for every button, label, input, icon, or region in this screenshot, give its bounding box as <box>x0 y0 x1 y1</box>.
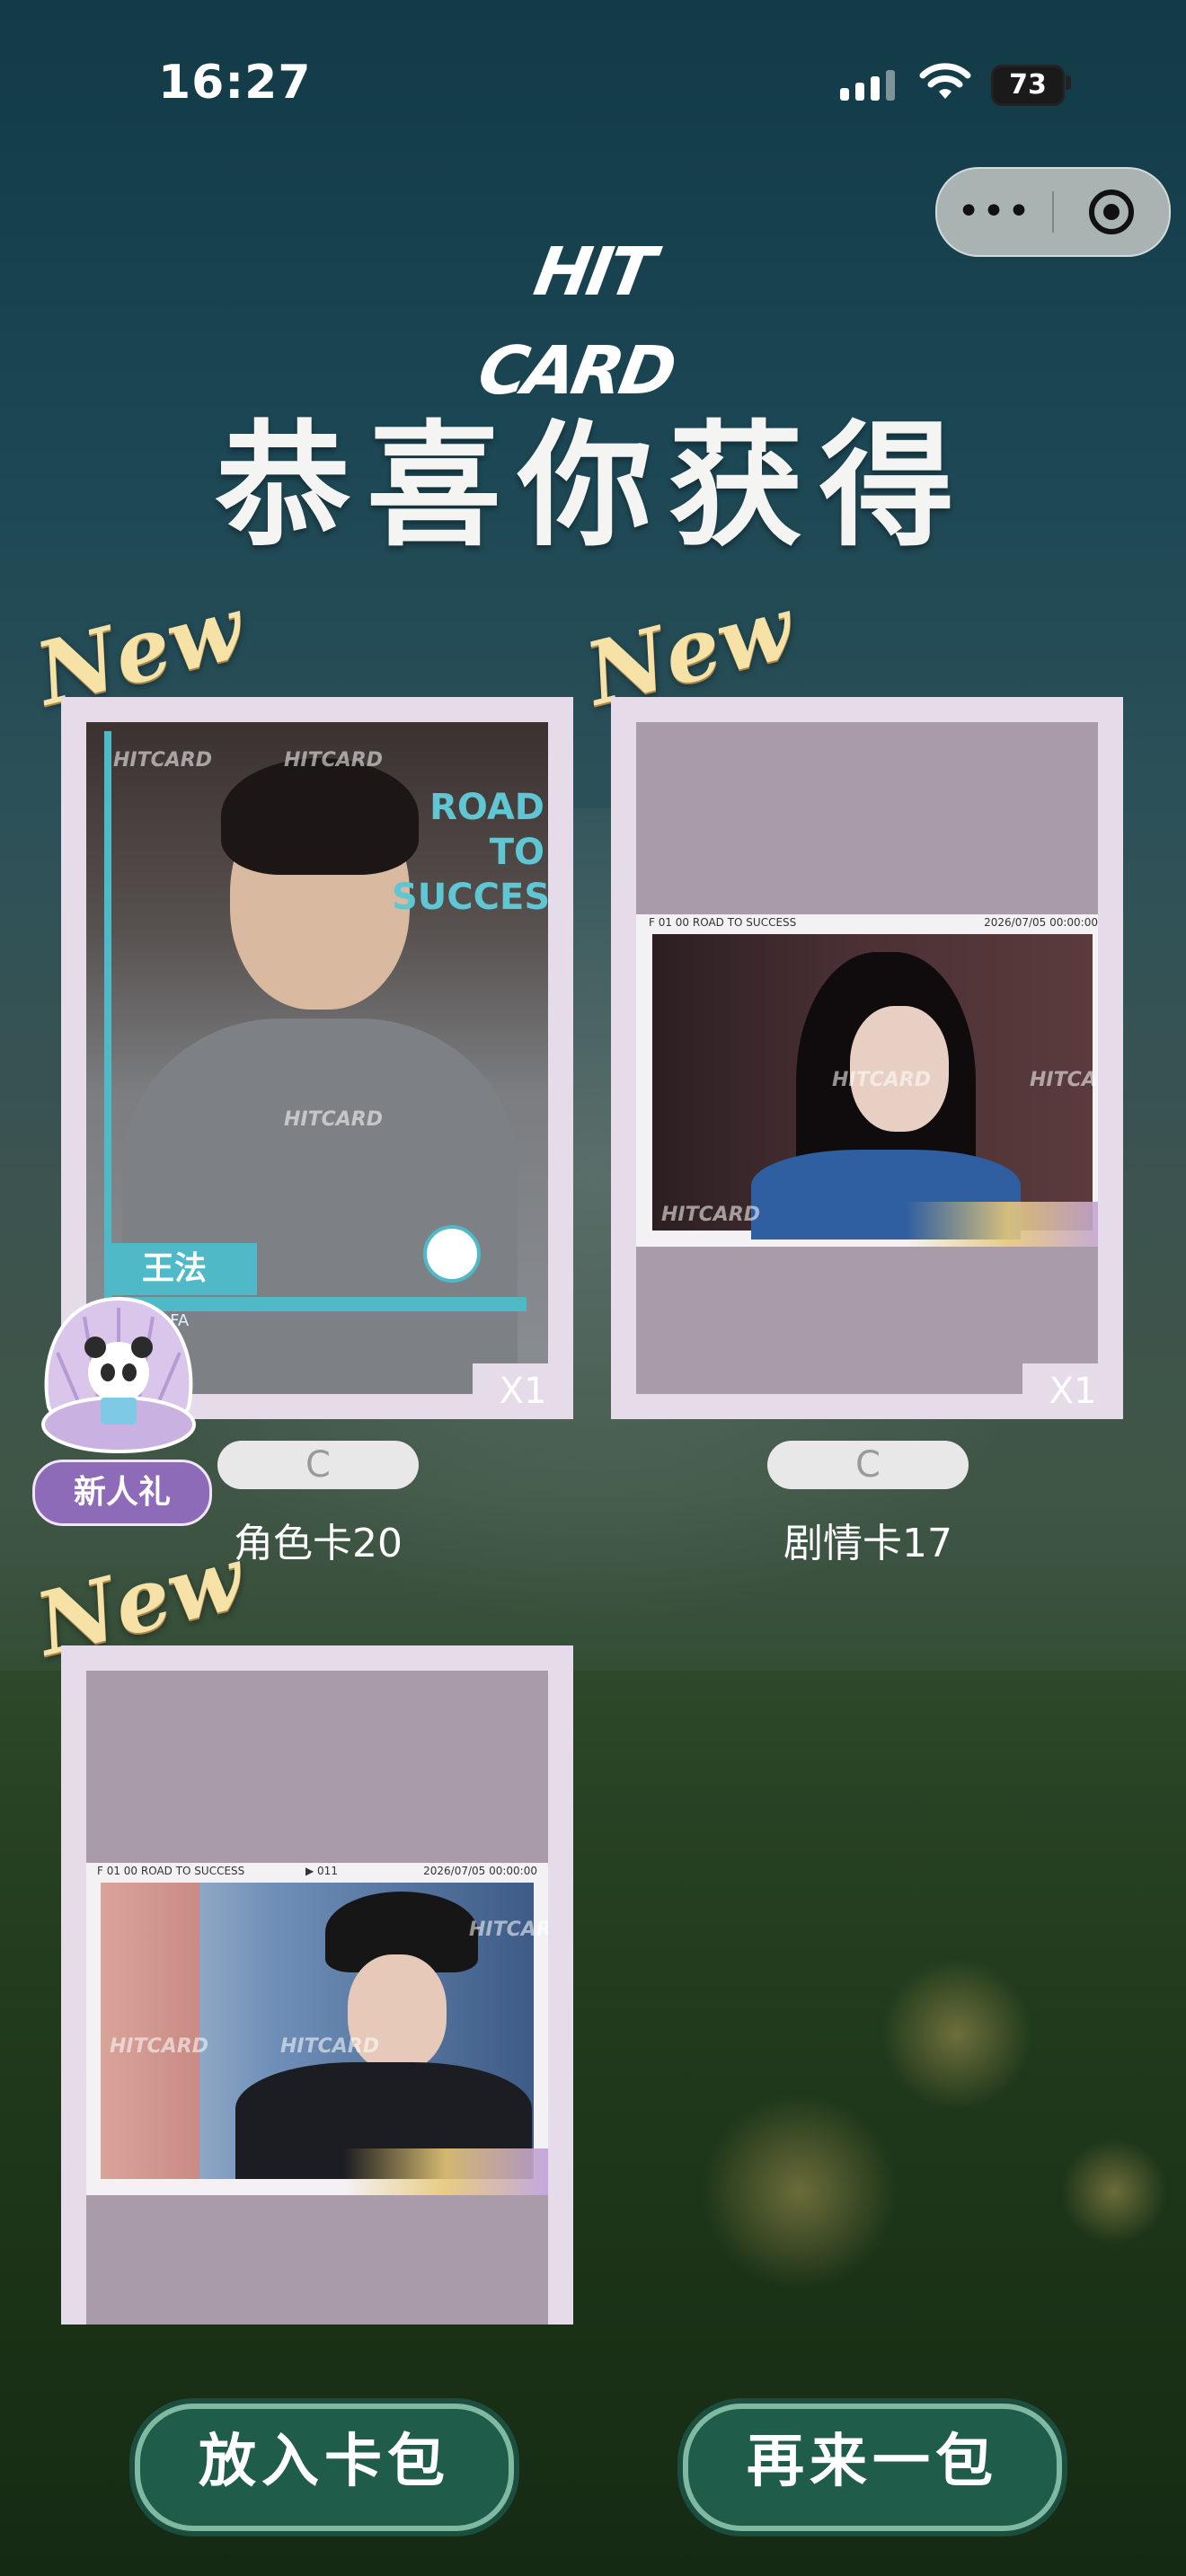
story-header-right: 2026/07/05 00:00:00 <box>984 916 1098 929</box>
card-quantity: X1 <box>1022 1363 1123 1419</box>
battery-tip <box>1066 75 1071 90</box>
card-name: 剧情卡17 <box>783 1521 952 1566</box>
story-header-mid: ▶ 011 <box>305 1865 338 1877</box>
watermark-text: HITCARD <box>280 2035 379 2058</box>
open-another-pack-button[interactable]: 再来一包 <box>683 2404 1062 2531</box>
watermark-text: HITCARD <box>661 1204 760 1226</box>
watermark-text: HITCARD <box>469 1919 548 1941</box>
page-title: 恭喜你获得 <box>215 407 970 565</box>
portrait-hair <box>221 758 419 875</box>
story-scene: HITCARD HITCARD HITCARD <box>101 1883 548 2179</box>
status-time: 16:27 <box>158 56 312 110</box>
watermark-text: HITCARD <box>284 749 383 772</box>
watermark-text: HITCARD <box>1030 1069 1098 1091</box>
story-header-left: F 01 00 ROAD TO SUCCESS <box>97 1865 245 1877</box>
story-photo: F 01 00 ROAD TO SUCCESS 2026/07/05 00:00… <box>636 914 1098 1247</box>
rarity-badge: C <box>767 1441 969 1489</box>
card-3[interactable]: F 01 00 ROAD TO SUCCESS ▶ 011 2026/07/05… <box>61 1645 573 2325</box>
card-2-image-area: F 01 00 ROAD TO SUCCESS 2026/07/05 00:00… <box>636 722 1098 1394</box>
hitcard-logo: HIT CARD <box>473 234 679 410</box>
status-bar: 16:27 73 <box>0 0 1186 171</box>
watermark-text: HITCARD <box>284 1108 383 1131</box>
rarity-badge: C <box>217 1441 419 1489</box>
add-to-pack-button[interactable]: 放入卡包 <box>135 2404 514 2531</box>
card-2[interactable]: F 01 00 ROAD TO SUCCESS 2026/07/05 00:00… <box>611 697 1123 1419</box>
story-header-left: F 01 00 ROAD TO SUCCESS <box>649 916 797 929</box>
target-circle-icon[interactable] <box>1054 187 1169 237</box>
miniprogram-capsule: ••• <box>935 167 1171 257</box>
story-header-right: 2026/07/05 00:00:00 <box>423 1865 537 1877</box>
cellular-signal-icon <box>840 70 895 101</box>
glitter-decoration <box>343 2148 548 2195</box>
watermark-text: HITCARD <box>832 1069 931 1091</box>
card-quantity: X1 <box>473 1363 573 1419</box>
watermark-text: HITCARD <box>113 749 212 772</box>
battery-indicator: 73 <box>991 65 1065 106</box>
bokeh-light <box>701 2093 898 2290</box>
bokeh-light <box>1060 2138 1168 2245</box>
story-scene: HITCARD HITCARD HITCARD <box>652 934 1098 1239</box>
glitter-decoration <box>906 1202 1098 1247</box>
more-dots-icon[interactable]: ••• <box>937 169 1052 255</box>
newbie-gift-label[interactable]: 新人礼 <box>32 1460 212 1526</box>
frame-bar-left <box>104 731 111 1306</box>
soccer-ball-icon <box>423 1225 481 1283</box>
watermark-text: HITCARD <box>110 2035 208 2058</box>
card-3-image-area: F 01 00 ROAD TO SUCCESS ▶ 011 2026/07/05… <box>86 1671 548 2325</box>
story-photo: F 01 00 ROAD TO SUCCESS ▶ 011 2026/07/05… <box>86 1863 548 2195</box>
card-overlay-title: ROAD TO SUCCESS <box>392 787 548 918</box>
scene-blurred-hand <box>101 1883 199 2179</box>
panda-shell-icon[interactable] <box>31 1290 207 1460</box>
wifi-icon <box>919 63 971 99</box>
bokeh-light <box>881 1958 1033 2111</box>
card-overlay-name: 王法 <box>104 1243 257 1295</box>
